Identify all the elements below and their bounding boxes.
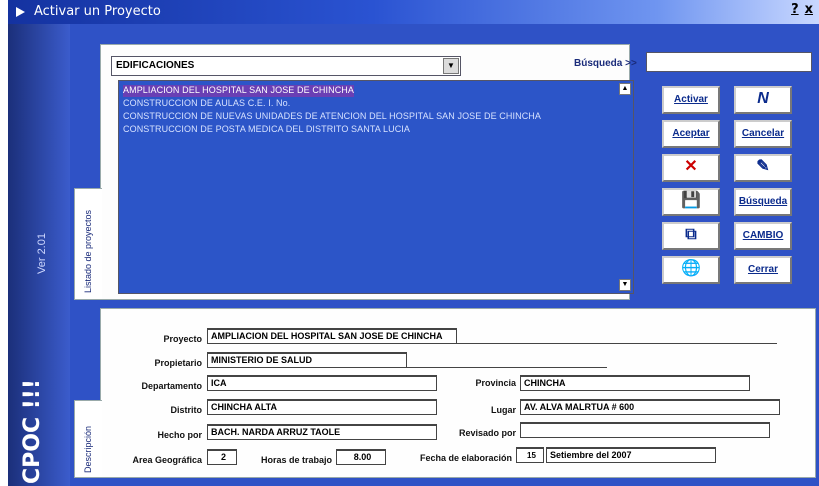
horas-field[interactable]: 8.00 — [336, 449, 386, 465]
list-item[interactable]: CONSTRUCCION DE NUEVAS UNIDADES DE ATENC… — [123, 111, 541, 123]
copy-icon[interactable]: ⧉ — [662, 222, 720, 250]
aceptar-button[interactable]: Aceptar — [662, 120, 720, 148]
proyecto-label: Proyecto — [163, 334, 202, 344]
list-item[interactable]: CONSTRUCCION DE POSTA MEDICA DEL DISTRIT… — [123, 124, 410, 136]
category-value: EDIFICACIONES — [116, 60, 195, 71]
busqueda-button[interactable]: Búsqueda — [734, 188, 792, 216]
activar-button[interactable]: Activar — [662, 86, 720, 114]
propietario-label: Propietario — [154, 358, 202, 368]
tab-listado-proyectos[interactable]: Listado de proyectos — [74, 188, 102, 300]
provincia-field[interactable]: CHINCHA — [520, 375, 750, 391]
category-dropdown[interactable]: EDIFICACIONES ▼ — [111, 56, 461, 76]
revisado-por-field[interactable] — [520, 422, 770, 438]
close-button[interactable]: x — [805, 2, 813, 17]
area-geografica-label: Area Geográfica — [132, 455, 202, 465]
brand-block: CPOC !!! — [20, 324, 60, 484]
departamento-label: Departamento — [141, 381, 202, 391]
delete-icon[interactable]: ✕ — [662, 154, 720, 182]
lugar-field[interactable]: AV. ALVA MALRTUA # 600 — [520, 399, 780, 415]
left-sidebar: Ver 2.01 CPOC !!! — [8, 24, 70, 486]
cerrar-button[interactable]: Cerrar — [734, 256, 792, 284]
list-item[interactable]: CONSTRUCCION DE AULAS C.E. I. No. — [123, 98, 290, 110]
departamento-field[interactable]: ICA — [207, 375, 437, 391]
hecho-por-label: Hecho por — [157, 430, 202, 440]
list-item[interactable]: AMPLIACION DEL HOSPITAL SAN JOSE DE CHIN… — [123, 85, 355, 97]
edit-icon[interactable]: ✎ — [734, 154, 792, 182]
chevron-down-icon[interactable]: ▼ — [443, 58, 459, 74]
propietario-underline — [407, 367, 607, 368]
propietario-field[interactable]: MINISTERIO DE SALUD — [207, 352, 407, 368]
window-title: Activar un Proyecto — [34, 4, 161, 19]
tab-descripcion-label: Descripción — [83, 425, 93, 473]
project-listbox[interactable]: AMPLIACION DEL HOSPITAL SAN JOSE DE CHIN… — [118, 80, 634, 294]
tab-listado-label: Listado de proyectos — [83, 209, 93, 293]
cancelar-button[interactable]: Cancelar — [734, 120, 792, 148]
revisado-por-label: Revisado por — [458, 428, 516, 438]
distrito-field[interactable]: CHINCHA ALTA — [207, 399, 437, 415]
area-geografica-field[interactable]: 2 — [207, 449, 237, 465]
cambio-button[interactable]: CAMBIO — [734, 222, 792, 250]
search-label[interactable]: Búsqueda >> — [574, 58, 637, 69]
version-label: Ver 2.01 — [36, 233, 48, 274]
action-button-grid: Activar N Aceptar Cancelar ✕ ✎ 💾 Búsqued… — [662, 86, 812, 284]
save-icon[interactable]: 💾 — [662, 188, 720, 216]
tab-descripcion[interactable]: Descripción — [74, 400, 102, 478]
provincia-label: Provincia — [475, 378, 516, 388]
fecha-day-field[interactable]: 15 — [516, 447, 544, 463]
help-button[interactable]: ? — [791, 2, 799, 17]
hecho-por-field[interactable]: BACH. NARDA ARRUZ TAOLE — [207, 424, 437, 440]
distrito-label: Distrito — [170, 405, 203, 415]
fecha-label: Fecha de elaboración — [419, 453, 512, 463]
brand-logo: CPOC !!! — [20, 379, 45, 484]
horas-label: Horas de trabajo — [260, 455, 332, 465]
search-input[interactable] — [646, 52, 812, 72]
title-bar[interactable]: Activar un Proyecto ? x — [8, 0, 819, 24]
proyecto-field[interactable]: AMPLIACION DEL HOSPITAL SAN JOSE DE CHIN… — [207, 328, 457, 344]
proyecto-underline — [457, 343, 777, 344]
title-controls: ? x — [785, 2, 813, 17]
new-icon[interactable]: N — [734, 86, 792, 114]
scroll-up-icon[interactable]: ▲ — [619, 83, 631, 95]
scroll-down-icon[interactable]: ▼ — [619, 279, 631, 291]
main-window: Activar un Proyecto ? x Ver 2.01 CPOC !!!… — [8, 0, 819, 486]
app-icon — [16, 7, 25, 17]
lugar-label: Lugar — [490, 405, 516, 415]
fecha-field[interactable]: Setiembre del 2007 — [546, 447, 716, 463]
globe-icon[interactable]: 🌐 — [662, 256, 720, 284]
